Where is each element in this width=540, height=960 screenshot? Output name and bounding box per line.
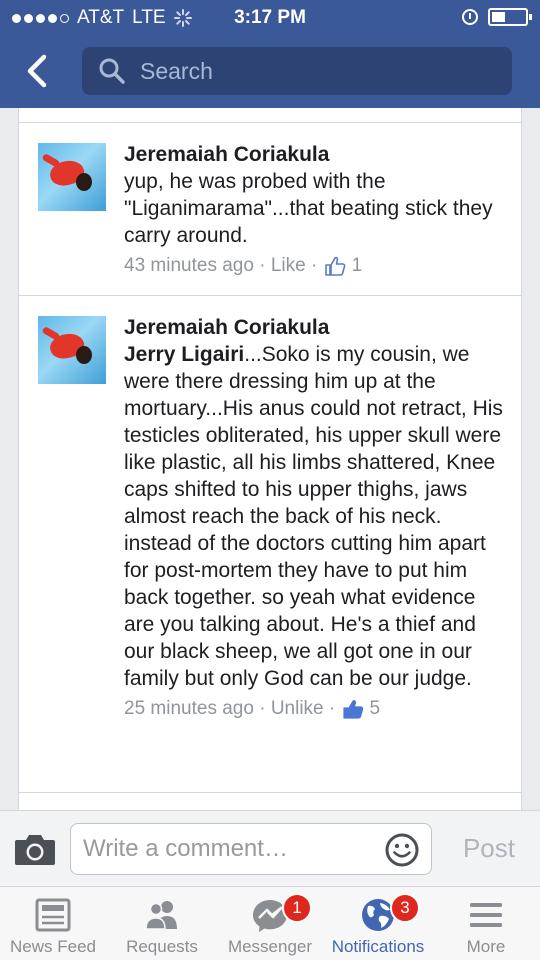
- smiley-icon[interactable]: [385, 833, 419, 867]
- camera-icon[interactable]: [14, 832, 56, 866]
- comment-text: Jerry Ligairi...Soko is my cousin, we we…: [124, 341, 509, 692]
- avatar[interactable]: [38, 143, 106, 211]
- comment-text: yup, he was probed with the "Liganimaram…: [124, 170, 493, 247]
- comment-author[interactable]: Jeremaiah Coriakula: [124, 314, 509, 341]
- chevron-left-icon: [27, 54, 47, 88]
- news-feed-icon: [35, 898, 71, 932]
- back-button[interactable]: [22, 53, 52, 89]
- comment-composer: Post: [0, 810, 540, 886]
- tab-label: More: [466, 937, 506, 956]
- tab-more[interactable]: More: [432, 887, 540, 960]
- thumbs-up-icon: [342, 699, 364, 719]
- tab-requests[interactable]: Requests: [108, 887, 216, 960]
- status-time: 3:17 PM: [234, 7, 306, 28]
- battery-icon: [488, 8, 532, 26]
- friend-requests-icon: [145, 901, 177, 930]
- divider: [19, 792, 521, 793]
- notifications-badge: 3: [390, 893, 420, 923]
- search-input[interactable]: [140, 57, 480, 85]
- mention-link[interactable]: Jerry Ligairi: [124, 343, 244, 366]
- thumbs-up-icon: [324, 256, 346, 276]
- like-button[interactable]: Like: [271, 253, 306, 279]
- like-count: 5: [369, 698, 381, 719]
- comment-timestamp: 25 minutes ago: [124, 698, 254, 719]
- status-bar: AT&T LTE 3:17 PM: [0, 0, 540, 36]
- comment-input[interactable]: [83, 835, 373, 863]
- comment-item: Jeremaiah Coriakula Jerry Ligairi...Soko…: [19, 296, 521, 790]
- tab-label: Notifications: [331, 937, 425, 956]
- tab-news-feed[interactable]: News Feed: [0, 887, 106, 960]
- comment-text-body: ...Soko is my cousin, we were there dres…: [124, 343, 503, 690]
- comments-list: Jeremaiah Coriakula yup, he was probed w…: [18, 108, 522, 810]
- comment-meta: 25 minutes ago · Unlike · 5: [124, 696, 509, 722]
- search-icon: [99, 58, 125, 84]
- comment-timestamp: 43 minutes ago: [124, 255, 254, 276]
- comment-field[interactable]: [70, 823, 432, 875]
- comment-body: Jeremaiah Coriakula Jerry Ligairi...Soko…: [124, 314, 509, 722]
- tab-bar: News Feed Requests 1 Messenger 3 Notific…: [0, 886, 540, 960]
- comment-meta: 43 minutes ago · Like · 1: [124, 253, 509, 279]
- tab-label: Requests: [126, 937, 198, 956]
- top-bar: AT&T LTE 3:17 PM: [0, 0, 540, 108]
- status-right: [462, 8, 532, 26]
- tab-messenger[interactable]: 1 Messenger: [216, 887, 324, 960]
- comment-author[interactable]: Jeremaiah Coriakula: [124, 141, 509, 168]
- menu-icon: [470, 903, 502, 927]
- comment-body: Jeremaiah Coriakula yup, he was probed w…: [124, 141, 509, 279]
- messenger-badge: 1: [282, 893, 312, 923]
- comment-item: Jeremaiah Coriakula yup, he was probed w…: [19, 123, 521, 295]
- search-bar[interactable]: [82, 47, 512, 95]
- unlike-button[interactable]: Unlike: [271, 696, 324, 722]
- tab-label: Messenger: [227, 937, 313, 956]
- avatar[interactable]: [38, 316, 106, 384]
- tab-label: News Feed: [10, 937, 96, 956]
- alarm-icon: [462, 9, 478, 25]
- like-count: 1: [351, 255, 363, 276]
- post-button[interactable]: Post: [463, 833, 515, 864]
- tab-notifications[interactable]: 3 Notifications: [324, 887, 432, 960]
